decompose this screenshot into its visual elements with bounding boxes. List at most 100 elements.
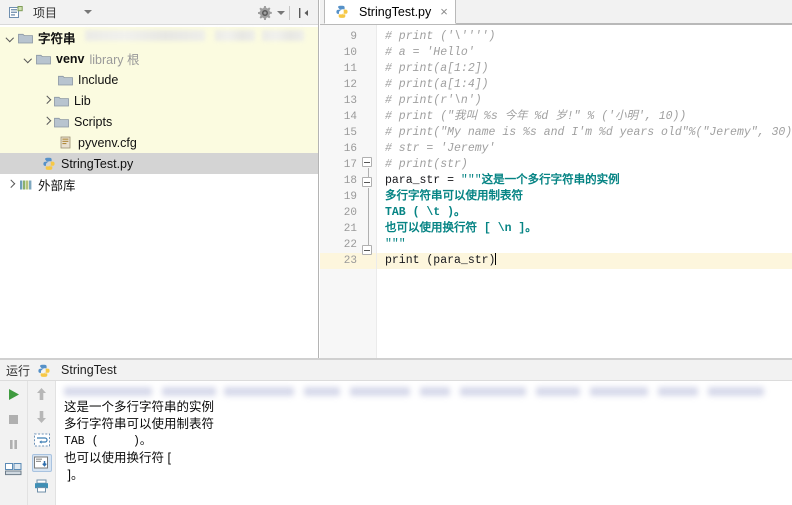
code-line-15[interactable]: # print("My name is %s and I'm %d years … [377, 125, 792, 141]
tree-item-label: Lib [74, 93, 91, 108]
tree-item-lib[interactable]: Lib [0, 90, 318, 111]
code-line-14[interactable]: # print ("我叫 %s 今年 %d 岁!" % ('小明', 10)) [377, 109, 792, 125]
tree-item-external-libraries[interactable]: 外部库 [0, 174, 318, 195]
top-area: 项目 字符串 venv library 根 Include Lib Script… [0, 0, 792, 358]
code-token-comment: # a = 'Hello' [385, 46, 475, 59]
run-config-name[interactable]: StringTest [61, 363, 117, 377]
code-line-11[interactable]: # print(a[1:2]) [377, 61, 792, 77]
tree-item-venv[interactable]: venv library 根 [0, 48, 318, 69]
run-icon[interactable] [4, 385, 24, 403]
project-panel-header: 项目 [0, 0, 318, 25]
soft-wrap-icon[interactable] [32, 431, 52, 449]
external-libraries-icon [17, 177, 34, 192]
folder-icon [35, 51, 52, 66]
code-token-comment: # print(a[1:2]) [385, 62, 489, 75]
project-view-icon [7, 5, 24, 20]
code-fold-end[interactable] [362, 245, 373, 256]
line-number: 14 [343, 111, 357, 123]
code-line-17[interactable]: # print(str) [377, 157, 792, 173]
chevron-right-icon[interactable] [40, 94, 53, 107]
tree-item-stringtest-py[interactable]: StringTest.py [0, 153, 318, 174]
chevron-down-icon[interactable] [22, 52, 35, 65]
code-fold-toggle[interactable] [362, 157, 373, 168]
code-text[interactable]: # print ('\'''') # a = 'Hello' # print(a… [377, 25, 792, 358]
scroll-to-end-icon[interactable] [31, 454, 52, 472]
line-number: 11 [343, 63, 357, 75]
arrow-up-icon[interactable] [32, 385, 52, 403]
close-icon[interactable]: × [440, 4, 448, 19]
code-line-19[interactable]: 多行字符串可以使用制表符 [377, 189, 792, 205]
redaction-blur [262, 30, 304, 41]
editor-tab-stringtest[interactable]: StringTest.py × [324, 0, 456, 24]
run-panel-title: 运行 [6, 363, 31, 378]
code-token-string: TAB ( \t )。 [385, 206, 466, 219]
code-token-comment: # print(str) [385, 158, 468, 171]
arrow-down-icon[interactable] [32, 408, 52, 426]
tree-item-sublabel: library 根 [89, 53, 140, 67]
code-line-20[interactable]: TAB ( \t )。 [377, 205, 792, 221]
code-line-12[interactable]: # print(a[1:4]) [377, 77, 792, 93]
code-token-string: 这是一个多行字符串的实例 [481, 174, 620, 187]
pause-icon[interactable] [4, 435, 24, 453]
run-toolbar-primary [0, 381, 28, 505]
tree-item-label: Scripts [74, 114, 113, 129]
chevron-right-icon[interactable] [40, 115, 53, 128]
print-icon[interactable] [32, 477, 52, 495]
project-header-left: 项目 [0, 4, 93, 21]
folder-icon [53, 114, 70, 129]
stop-icon[interactable] [4, 410, 24, 428]
code-line-21[interactable]: 也可以使用换行符 [ \n ]。 [377, 221, 792, 237]
code-line-9[interactable]: # print ('\'''') [377, 29, 792, 45]
tree-item-label: StringTest.py [61, 156, 134, 171]
redaction-blur [215, 30, 255, 41]
line-number: 15 [343, 127, 357, 139]
chevron-down-icon[interactable] [4, 31, 17, 44]
gear-icon[interactable] [255, 3, 275, 23]
console-output[interactable]: 这是一个多行字符串的实例 多行字符串可以使用制表符 TAB ( )。 也可以使用… [56, 381, 792, 505]
tree-item-label: 字符串 [38, 32, 76, 46]
console-line: ]。 [64, 468, 84, 482]
folder-icon [57, 72, 74, 87]
project-panel-title: 项目 [33, 5, 58, 20]
tree-item-include[interactable]: Include [0, 69, 318, 90]
chevron-right-icon[interactable] [4, 178, 17, 191]
folder-icon [53, 93, 70, 108]
code-token-comment: # print ("我叫 %s 今年 %d 岁!" % ('小明', 10)) [385, 110, 687, 123]
code-line-23[interactable]: print (para_str) [377, 253, 792, 269]
code-token-triple-quote: """ [385, 238, 406, 251]
run-panel: 运行 StringTest 这是一个多行字符串的实例 多行字符串可以使用制表符 … [0, 360, 792, 505]
fold-region-line [367, 188, 369, 246]
editor-panel: StringTest.py × 9 10 11 12 13 14 15 16 1… [320, 0, 792, 358]
tree-item-pyvenv-cfg[interactable]: pyvenv.cfg [0, 132, 318, 153]
collapse-all-icon[interactable] [294, 3, 314, 23]
code-line-10[interactable]: # a = 'Hello' [377, 45, 792, 61]
tabbar-empty-space [455, 0, 792, 24]
python-file-icon [40, 156, 57, 171]
code-token-triple-quote: """ [460, 174, 482, 187]
code-line-16[interactable]: # str = 'Jeremy' [377, 141, 792, 157]
python-file-icon [333, 4, 350, 19]
console-line: 这是一个多行字符串的实例 [64, 400, 215, 414]
tree-item-scripts[interactable]: Scripts [0, 111, 318, 132]
code-fold-toggle[interactable] [362, 177, 373, 188]
project-tree: 字符串 venv library 根 Include Lib Scripts p… [0, 25, 318, 358]
gear-dropdown-icon[interactable] [277, 10, 285, 15]
redaction-blur [85, 30, 205, 41]
run-panel-header: 运行 StringTest [0, 360, 792, 381]
layout-icon[interactable] [4, 460, 24, 478]
line-number-gutter[interactable]: 9 10 11 12 13 14 15 16 17 18 19 20 21 22… [320, 25, 377, 358]
project-header-actions [255, 0, 314, 25]
code-token-string: 也可以使用换行符 [ \n ]。 [385, 222, 537, 235]
line-number: 16 [343, 143, 357, 155]
console-line: 多行字符串可以使用制表符 [64, 417, 215, 431]
code-line-22[interactable]: """ [377, 237, 792, 253]
code-area[interactable]: 9 10 11 12 13 14 15 16 17 18 19 20 21 22… [320, 25, 792, 358]
line-number: 13 [343, 95, 357, 107]
run-panel-body: 这是一个多行字符串的实例 多行字符串可以使用制表符 TAB ( )。 也可以使用… [0, 381, 792, 505]
config-file-icon [57, 135, 74, 150]
code-line-13[interactable]: # print(r'\n') [377, 93, 792, 109]
code-line-18[interactable]: para_str = """这是一个多行字符串的实例 [377, 173, 792, 189]
line-number: 10 [343, 47, 357, 59]
console-line: 也可以使用换行符 [ [64, 451, 171, 465]
chevron-down-icon[interactable] [84, 10, 93, 14]
